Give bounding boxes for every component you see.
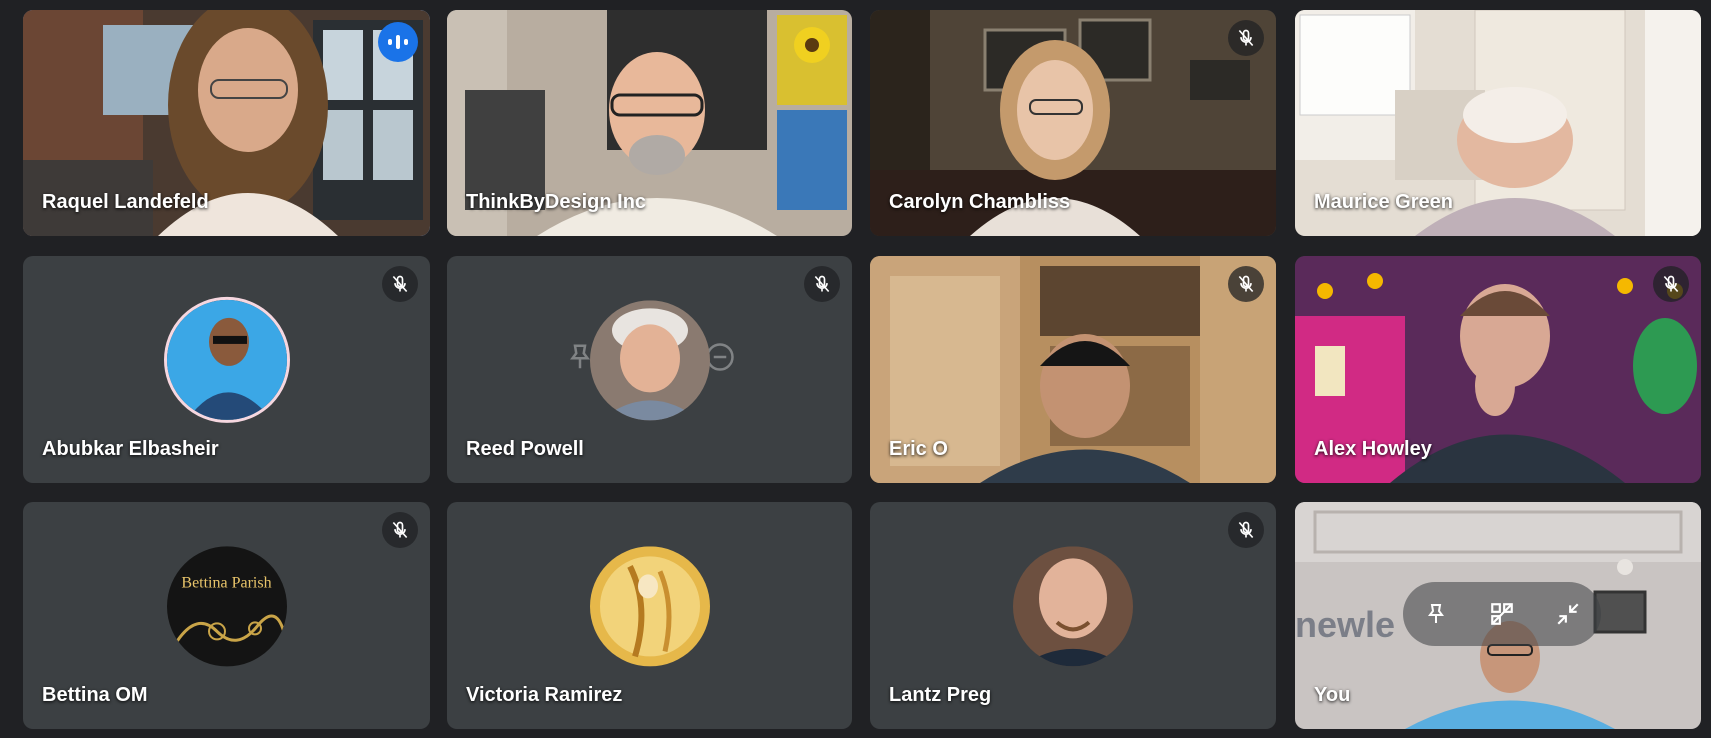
frame-icon[interactable] [1482,594,1522,634]
participant-name: Maurice Green [1314,191,1453,213]
participant-name: ThinkByDesign Inc [466,191,647,213]
minimize-icon[interactable] [1548,594,1588,634]
mic-off-icon [1228,512,1264,548]
participant-name: Alex Howley [1314,438,1432,460]
participant-tile-lantz[interactable]: Lantz Preg [870,502,1276,729]
participant-name: Bettina OM [42,684,148,706]
participant-tile-victoria[interactable]: Victoria Ramirez [447,502,852,729]
participant-tile-reed[interactable]: Reed Powell [447,256,852,483]
participant-tile-abubkar[interactable]: Abubkar Elbasheir [23,256,430,483]
participant-name: Lantz Preg [889,684,992,706]
participant-name: Carolyn Chambliss [889,191,1071,213]
tile-hover-controls [1403,582,1601,646]
avatar [589,299,710,420]
participant-tile-thinkbydesign[interactable]: ThinkByDesign Inc [447,10,852,236]
mic-off-icon [1228,20,1264,56]
participant-name: Eric O [889,438,948,460]
pin-icon[interactable] [1416,594,1456,634]
participant-name: Raquel Landefeld [42,191,209,213]
audio-level-icon [378,22,418,62]
avatar [163,296,290,423]
participant-name: Reed Powell [466,438,584,460]
participant-name: You [1314,684,1351,706]
participant-tile-alex[interactable]: Alex Howley [1295,256,1701,483]
meeting-grid: Raquel Landefeld ThinkByDesign Inc Carol… [0,0,1711,738]
participant-tile-you[interactable]: newle You [1295,502,1701,729]
mic-off-icon [804,266,840,302]
participant-tile-maurice[interactable]: Maurice Green [1295,10,1701,236]
mic-off-icon [1653,266,1689,302]
participant-tile-carolyn[interactable]: Carolyn Chambliss [870,10,1276,236]
participant-name: Abubkar Elbasheir [42,438,219,460]
avatar [589,545,710,666]
mic-off-icon [382,512,418,548]
participant-tile-raquel[interactable]: Raquel Landefeld [23,10,430,236]
mic-off-icon [1228,266,1264,302]
participant-tile-eric[interactable]: Eric O [870,256,1276,483]
avatar: Bettina Parish [166,545,287,666]
mic-off-icon [382,266,418,302]
backdrop-text: newle [1295,604,1395,645]
participant-tile-bettina[interactable]: Bettina Parish Bettina OM [23,502,430,729]
participant-name: Victoria Ramirez [466,684,623,706]
avatar [1013,545,1133,666]
remove-icon[interactable] [705,342,735,377]
